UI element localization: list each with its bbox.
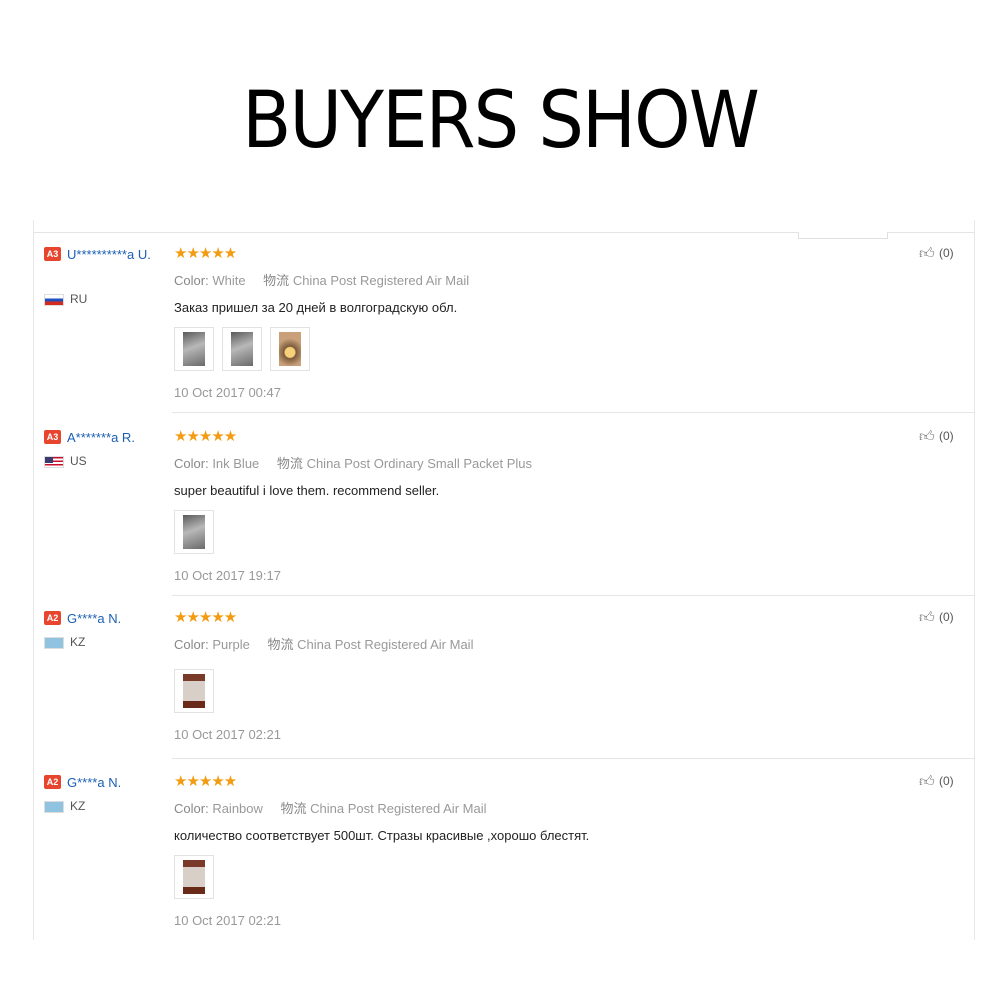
review-item: A2 G****a N. KZ ★★★★★ Color: Rainbow 物流 C… <box>44 774 964 934</box>
rating-stars: ★★★★★ <box>174 609 237 626</box>
color-value: Rainbow <box>212 801 263 816</box>
reviewer: A3 U**********a U. RU <box>44 246 169 306</box>
divider <box>172 595 975 596</box>
color-value: Ink Blue <box>212 456 260 471</box>
like-button[interactable]: 👍︎ (0) <box>919 774 954 790</box>
rating-stars: ★★★★★ <box>174 245 237 262</box>
review-meta: Color: White 物流 China Post Registered Ai… <box>174 270 874 289</box>
panel-tab[interactable] <box>798 232 888 239</box>
review-date: 10 Oct 2017 19:17 <box>174 568 281 583</box>
review-date: 10 Oct 2017 00:47 <box>174 385 281 400</box>
review-body: ★★★★★ Color: White 物流 China Post Registe… <box>174 246 874 400</box>
review-body: ★★★★★ Color: Ink Blue 物流 China Post Ordi… <box>174 429 874 583</box>
review-photos <box>174 327 874 371</box>
divider <box>172 412 975 413</box>
thumbs-up-icon: 👍︎ <box>919 773 935 790</box>
color-value: White <box>212 273 246 288</box>
shipping-method: China Post Registered Air Mail <box>297 637 474 652</box>
review-text: Заказ пришел за 20 дней в волгоградскую … <box>174 300 458 315</box>
reviewer-country: KZ <box>44 635 85 649</box>
review-item: A3 A*******a R. US ★★★★★ Color: Ink Blue … <box>44 429 964 595</box>
review-text: super beautiful i love them. recommend s… <box>174 483 440 498</box>
review-date: 10 Oct 2017 02:21 <box>174 727 281 742</box>
flag-ru-icon <box>44 293 64 306</box>
thumbs-up-icon: 👍︎ <box>919 609 935 626</box>
review-date: 10 Oct 2017 02:21 <box>174 913 281 928</box>
banner: BUYERS SHOW <box>0 0 1000 215</box>
review-photo-thumbnail[interactable] <box>174 669 214 713</box>
shipping-method: China Post Registered Air Mail <box>292 273 470 288</box>
banner-title: BUYERS SHOW <box>242 76 760 166</box>
review-text: количество соответствует 500шт. Стразы к… <box>174 828 590 843</box>
reviewer-name[interactable]: G****a N. <box>67 611 121 626</box>
reviewer-country: KZ <box>44 799 85 813</box>
review-body: ★★★★★ Color: Rainbow 物流 China Post Regis… <box>174 774 874 928</box>
review-meta: Color: Rainbow 物流 China Post Registered … <box>174 798 874 817</box>
logistics-label: 物流 <box>280 801 307 816</box>
review-body: ★★★★★ Color: Purple 物流 China Post Regist… <box>174 610 874 742</box>
review-item: A3 U**********a U. RU ★★★★★ Color: White … <box>44 246 964 412</box>
like-button[interactable]: 👍︎ (0) <box>919 429 954 445</box>
reviewer-name[interactable]: G****a N. <box>67 775 121 790</box>
review-photo-thumbnail[interactable] <box>174 510 214 554</box>
country-code: KZ <box>70 635 86 649</box>
review-photo-thumbnail[interactable] <box>270 327 310 371</box>
country-code: RU <box>70 292 88 306</box>
reviews-panel: A3 U**********a U. RU ★★★★★ Color: White … <box>33 220 975 940</box>
like-button[interactable]: 👍︎ (0) <box>919 610 954 626</box>
review-photos <box>174 669 874 713</box>
color-label: Color: <box>174 637 209 652</box>
divider <box>172 758 975 759</box>
like-count: (0) <box>939 774 954 789</box>
panel-top-border <box>34 232 974 239</box>
thumbs-up-icon: 👍︎ <box>919 245 935 262</box>
review-photo-thumbnail[interactable] <box>174 855 214 899</box>
logistics-label: 物流 <box>276 456 303 471</box>
thumbs-up-icon: 👍︎ <box>919 428 935 445</box>
review-meta: Color: Ink Blue 物流 China Post Ordinary S… <box>174 453 874 472</box>
review-photo-thumbnail[interactable] <box>222 327 262 371</box>
level-badge: A2 <box>44 611 61 625</box>
like-button[interactable]: 👍︎ (0) <box>919 246 954 262</box>
like-count: (0) <box>939 610 954 625</box>
color-value: Purple <box>212 637 250 652</box>
shipping-method: China Post Registered Air Mail <box>310 801 487 816</box>
reviewer-name[interactable]: U**********a U. <box>67 247 151 262</box>
review-photos <box>174 855 874 899</box>
rating-stars: ★★★★★ <box>174 428 237 445</box>
reviewer: A2 G****a N. KZ <box>44 774 169 813</box>
color-label: Color: <box>174 801 209 816</box>
country-code: US <box>70 454 87 468</box>
country-code: KZ <box>70 799 86 813</box>
rating-stars: ★★★★★ <box>174 773 237 790</box>
color-label: Color: <box>174 273 209 288</box>
review-photos <box>174 510 874 554</box>
reviewer-country: RU <box>44 292 87 306</box>
review-photo-thumbnail[interactable] <box>174 327 214 371</box>
flag-kz-icon <box>44 800 64 813</box>
shipping-method: China Post Ordinary Small Packet Plus <box>306 456 532 471</box>
like-count: (0) <box>939 429 954 444</box>
color-label: Color: <box>174 456 209 471</box>
level-badge: A3 <box>44 247 61 261</box>
reviewer-country: US <box>44 454 87 468</box>
reviewer: A2 G****a N. KZ <box>44 610 169 649</box>
review-meta: Color: Purple 物流 China Post Registered A… <box>174 634 874 653</box>
review-item: A2 G****a N. KZ ★★★★★ Color: Purple 物流 Ch… <box>44 610 964 760</box>
like-count: (0) <box>939 246 954 261</box>
logistics-label: 物流 <box>267 637 294 652</box>
reviewer-name[interactable]: A*******a R. <box>67 430 135 445</box>
flag-us-icon <box>44 455 64 468</box>
flag-kz-icon <box>44 636 64 649</box>
reviewer: A3 A*******a R. US <box>44 429 169 468</box>
level-badge: A3 <box>44 430 61 444</box>
logistics-label: 物流 <box>263 273 290 288</box>
level-badge: A2 <box>44 775 61 789</box>
